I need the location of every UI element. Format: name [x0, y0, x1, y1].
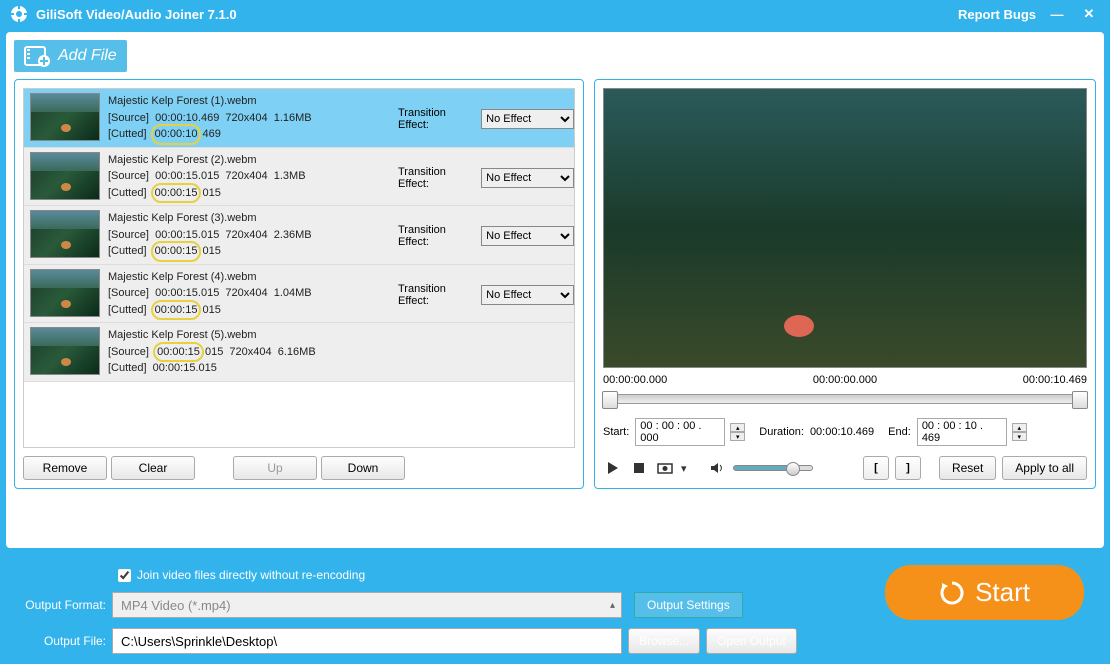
preview-pane: 00:00:00.000 00:00:00.000 00:00:10.469 S…	[594, 79, 1096, 489]
open-output-button[interactable]: Open Output	[706, 628, 797, 654]
file-row[interactable]: Majestic Kelp Forest (2).webm [Source] 0…	[24, 148, 574, 207]
file-row[interactable]: Majestic Kelp Forest (4).webm [Source] 0…	[24, 265, 574, 324]
browse-button[interactable]: Browse...	[628, 628, 700, 654]
transition-label: Transition Effect:	[398, 283, 477, 307]
app-icon	[10, 5, 28, 23]
file-list[interactable]: Majestic Kelp Forest (1).webm [Source] 0…	[23, 88, 575, 448]
file-cutted-line: [Cutted] 00:00:15.015	[108, 360, 568, 377]
add-file-button[interactable]: Add File	[14, 40, 127, 72]
start-spinner[interactable]: ▴▾	[730, 423, 745, 441]
output-file-label: Output File:	[14, 634, 106, 648]
file-thumbnail	[30, 327, 100, 375]
remove-button[interactable]: Remove	[23, 456, 107, 480]
transition-select[interactable]: No Effect	[481, 285, 574, 305]
time-end: 00:00:10.469	[1023, 374, 1087, 386]
trim-end-handle[interactable]	[1072, 391, 1088, 409]
direct-join-checkbox[interactable]	[118, 569, 131, 582]
snapshot-button[interactable]	[655, 458, 675, 478]
mark-out-button[interactable]: ]	[895, 456, 921, 480]
transition-label: Transition Effect:	[398, 166, 477, 190]
file-list-pane: Majestic Kelp Forest (1).webm [Source] 0…	[14, 79, 584, 489]
file-row[interactable]: Majestic Kelp Forest (5).webm [Source] 0…	[24, 323, 574, 382]
duration-value: 00:00:10.469	[810, 426, 874, 438]
file-row[interactable]: Majestic Kelp Forest (1).webm [Source] 0…	[24, 89, 574, 148]
file-thumbnail	[30, 152, 100, 200]
output-path-input[interactable]	[112, 628, 622, 654]
reset-button[interactable]: Reset	[939, 456, 996, 480]
clear-button[interactable]: Clear	[111, 456, 195, 480]
volume-icon[interactable]	[707, 458, 727, 478]
close-button[interactable]: ✕	[1078, 3, 1100, 25]
start-time-input[interactable]: 00 : 00 : 00 . 000	[635, 418, 725, 446]
trim-start-handle[interactable]	[602, 391, 618, 409]
play-button[interactable]	[603, 458, 623, 478]
video-preview[interactable]	[603, 88, 1087, 368]
file-thumbnail	[30, 210, 100, 258]
output-settings-button[interactable]: Output Settings	[634, 592, 743, 618]
main-panel: Add File Majestic Kelp Forest (1).webm […	[6, 32, 1104, 548]
end-spinner[interactable]: ▴▾	[1012, 423, 1027, 441]
volume-slider[interactable]	[733, 465, 813, 471]
file-thumbnail	[30, 93, 100, 141]
start-label: Start:	[603, 426, 629, 438]
start-button[interactable]: Start	[885, 565, 1084, 620]
stop-button[interactable]	[629, 458, 649, 478]
refresh-icon	[939, 580, 965, 606]
output-format-label: Output Format:	[14, 598, 106, 612]
output-format-select[interactable]: MP4 Video (*.mp4)	[112, 592, 622, 618]
transition-select[interactable]: No Effect	[481, 109, 574, 129]
mark-in-button[interactable]: [	[863, 456, 889, 480]
transition-label: Transition Effect:	[398, 107, 477, 131]
up-button[interactable]: Up	[233, 456, 317, 480]
apply-all-button[interactable]: Apply to all	[1002, 456, 1087, 480]
file-source-line: [Source] 00:00:15 015 720x404 6.16MB	[108, 344, 568, 361]
end-time-input[interactable]: 00 : 00 : 10 . 469	[917, 418, 1007, 446]
direct-join-label: Join video files directly without re-enc…	[137, 568, 365, 582]
titlebar: GiliSoft Video/Audio Joiner 7.1.0 Report…	[0, 0, 1110, 28]
transition-select[interactable]: No Effect	[481, 226, 574, 246]
down-button[interactable]: Down	[321, 456, 405, 480]
end-label: End:	[888, 426, 911, 438]
duration-label: Duration:	[759, 426, 804, 438]
minimize-button[interactable]: —	[1046, 3, 1068, 25]
seek-slider[interactable]	[603, 394, 1087, 404]
window-title: GiliSoft Video/Audio Joiner 7.1.0	[36, 7, 237, 22]
add-file-icon	[24, 44, 52, 68]
start-label: Start	[975, 577, 1030, 608]
file-thumbnail	[30, 269, 100, 317]
time-start: 00:00:00.000	[603, 374, 667, 386]
file-row[interactable]: Majestic Kelp Forest (3).webm [Source] 0…	[24, 206, 574, 265]
transition-select[interactable]: No Effect	[481, 168, 574, 188]
report-bugs-link[interactable]: Report Bugs	[958, 7, 1036, 22]
time-current: 00:00:00.000	[813, 374, 877, 386]
add-file-label: Add File	[58, 47, 117, 65]
transition-label: Transition Effect:	[398, 224, 477, 248]
